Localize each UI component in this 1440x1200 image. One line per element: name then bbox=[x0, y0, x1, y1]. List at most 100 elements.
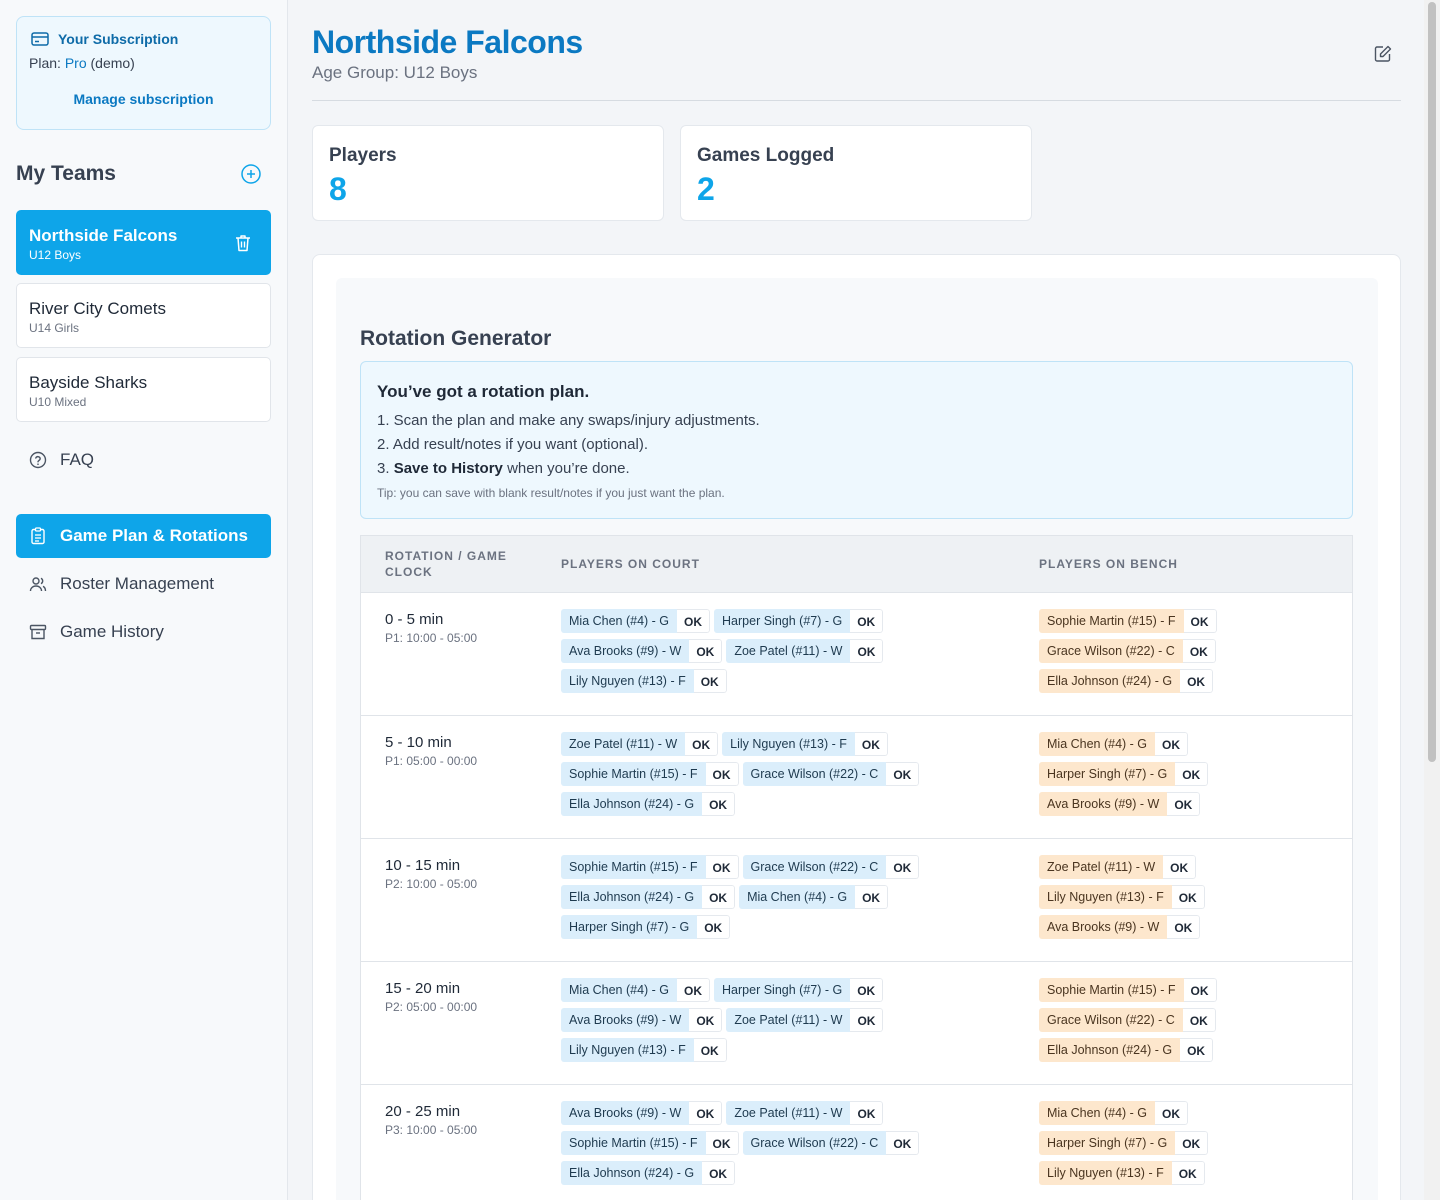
player-name: Zoe Patel (#11) - W bbox=[726, 1008, 851, 1032]
bench-player-chip[interactable]: Sophie Martin (#15) - F OK bbox=[1039, 978, 1217, 1002]
court-player-chip[interactable]: Ella Johnson (#24) - G OK bbox=[561, 792, 736, 816]
team-name: Northside Falcons bbox=[29, 226, 178, 245]
player-name: Lily Nguyen (#13) - F bbox=[722, 732, 855, 756]
player-status-badge: OK bbox=[697, 915, 731, 939]
court-player-chip[interactable]: Ava Brooks (#9) - W OK bbox=[561, 1101, 723, 1125]
court-player-chip[interactable]: Mia Chen (#4) - G OK bbox=[561, 609, 711, 633]
court-player-chip[interactable]: Ava Brooks (#9) - W OK bbox=[561, 1008, 723, 1032]
bench-player-chip[interactable]: Sophie Martin (#15) - F OK bbox=[1039, 609, 1217, 633]
player-status-badge: OK bbox=[855, 885, 889, 909]
team-item-northside-falcons[interactable]: Northside Falcons U12 Boys bbox=[16, 210, 271, 275]
nav-game-history[interactable]: Game History bbox=[16, 610, 271, 654]
players-on-court: Zoe Patel (#11) - W OK Lily Nguyen (#13) -… bbox=[561, 732, 941, 816]
player-name: Ava Brooks (#9) - W bbox=[561, 1008, 690, 1032]
court-player-chip[interactable]: Ava Brooks (#9) - W OK bbox=[561, 639, 723, 663]
scrollbar[interactable] bbox=[1424, 0, 1440, 1200]
sidebar: Your Subscription Plan: Pro (demo) Manag… bbox=[0, 0, 288, 1200]
court-player-chip[interactable]: Sophie Martin (#15) - F OK bbox=[561, 1131, 739, 1155]
bench-player-chip[interactable]: Zoe Patel (#11) - W OK bbox=[1039, 855, 1197, 879]
court-player-chip[interactable]: Sophie Martin (#15) - F OK bbox=[561, 762, 739, 786]
team-item-river-city-comets[interactable]: River City Comets U14 Girls bbox=[16, 283, 271, 348]
players-on-bench: Zoe Patel (#11) - W OK Lily Nguyen (#13) -… bbox=[1039, 855, 1339, 939]
bench-player-chip[interactable]: Harper Singh (#7) - G OK bbox=[1039, 1131, 1209, 1155]
player-status-badge: OK bbox=[850, 609, 884, 633]
player-status-badge: OK bbox=[677, 978, 711, 1002]
scrollbar-thumb[interactable] bbox=[1428, 2, 1436, 762]
player-status-badge: OK bbox=[705, 855, 739, 879]
rotation-section: Rotation Generator You’ve got a rotation… bbox=[312, 254, 1401, 1200]
player-name: Ava Brooks (#9) - W bbox=[1039, 792, 1168, 816]
court-player-chip[interactable]: Grace Wilson (#22) - C OK bbox=[742, 762, 920, 786]
bench-player-chip[interactable]: Mia Chen (#4) - G OK bbox=[1039, 1101, 1189, 1125]
player-name: Ava Brooks (#9) - W bbox=[561, 1101, 690, 1125]
faq-link[interactable]: FAQ bbox=[16, 438, 271, 482]
bench-player-chip[interactable]: Mia Chen (#4) - G OK bbox=[1039, 732, 1189, 756]
court-player-chip[interactable]: Lily Nguyen (#13) - F OK bbox=[722, 732, 888, 756]
users-icon bbox=[29, 577, 47, 592]
bench-player-chip[interactable]: Ava Brooks (#9) - W OK bbox=[1039, 915, 1201, 939]
plan-prefix: Plan: bbox=[29, 55, 65, 71]
bench-player-chip[interactable]: Grace Wilson (#22) - C OK bbox=[1039, 639, 1216, 663]
player-name: Mia Chen (#4) - G bbox=[739, 885, 856, 909]
game-clock: P2: 10:00 - 05:00 bbox=[385, 877, 478, 891]
teams-header: My Teams bbox=[16, 160, 272, 188]
court-player-chip[interactable]: Lily Nguyen (#13) - F OK bbox=[561, 1038, 727, 1062]
player-name: Grace Wilson (#22) - C bbox=[1039, 1008, 1183, 1032]
court-player-chip[interactable]: Harper Singh (#7) - G OK bbox=[714, 609, 884, 633]
game-clock: P1: 05:00 - 00:00 bbox=[385, 754, 478, 768]
court-player-chip[interactable]: Zoe Patel (#11) - W OK bbox=[561, 732, 719, 756]
column-header-bench: Players on Bench bbox=[1039, 557, 1178, 571]
player-name: Grace Wilson (#22) - C bbox=[742, 855, 887, 879]
players-on-court: Sophie Martin (#15) - F OK Grace Wilson (#… bbox=[561, 855, 941, 939]
court-player-chip[interactable]: Zoe Patel (#11) - W OK bbox=[726, 1008, 884, 1032]
player-name: Harper Singh (#7) - G bbox=[714, 609, 851, 633]
rotation-info-box: You’ve got a rotation plan. 1. Scan the … bbox=[360, 361, 1353, 519]
player-name: Harper Singh (#7) - G bbox=[1039, 762, 1176, 786]
player-status-badge: OK bbox=[1171, 1161, 1205, 1185]
bench-player-chip[interactable]: Ella Johnson (#24) - G OK bbox=[1039, 669, 1214, 693]
player-status-badge: OK bbox=[702, 792, 736, 816]
nav-roster-management[interactable]: Roster Management bbox=[16, 562, 271, 606]
game-clock: P1: 10:00 - 05:00 bbox=[385, 631, 478, 645]
court-player-chip[interactable]: Harper Singh (#7) - G OK bbox=[561, 915, 731, 939]
player-status-badge: OK bbox=[1180, 1038, 1214, 1062]
court-player-chip[interactable]: Harper Singh (#7) - G OK bbox=[714, 978, 884, 1002]
bench-player-chip[interactable]: Ava Brooks (#9) - W OK bbox=[1039, 792, 1201, 816]
player-name: Harper Singh (#7) - G bbox=[714, 978, 851, 1002]
bench-player-chip[interactable]: Ella Johnson (#24) - G OK bbox=[1039, 1038, 1214, 1062]
plus-circle-icon[interactable] bbox=[240, 163, 262, 185]
player-status-badge: OK bbox=[1175, 762, 1209, 786]
manage-subscription-link[interactable]: Manage subscription bbox=[17, 91, 270, 107]
bench-player-chip[interactable]: Lily Nguyen (#13) - F OK bbox=[1039, 1161, 1205, 1185]
edit-icon[interactable] bbox=[1372, 43, 1394, 65]
court-player-chip[interactable]: Ella Johnson (#24) - G OK bbox=[561, 1161, 736, 1185]
court-player-chip[interactable]: Lily Nguyen (#13) - F OK bbox=[561, 669, 727, 693]
nav-game-plan[interactable]: Game Plan & Rotations bbox=[16, 514, 271, 558]
player-name: Ella Johnson (#24) - G bbox=[561, 885, 703, 909]
court-player-chip[interactable]: Ella Johnson (#24) - G OK bbox=[561, 885, 736, 909]
bench-player-chip[interactable]: Harper Singh (#7) - G OK bbox=[1039, 762, 1209, 786]
players-value: 8 bbox=[329, 171, 347, 207]
court-player-chip[interactable]: Zoe Patel (#11) - W OK bbox=[726, 639, 884, 663]
court-player-chip[interactable]: Sophie Martin (#15) - F OK bbox=[561, 855, 739, 879]
game-clock: P3: 10:00 - 05:00 bbox=[385, 1123, 478, 1137]
player-status-badge: OK bbox=[689, 1008, 723, 1032]
team-item-bayside-sharks[interactable]: Bayside Sharks U10 Mixed bbox=[16, 357, 271, 422]
bench-player-chip[interactable]: Lily Nguyen (#13) - F OK bbox=[1039, 885, 1205, 909]
subscription-header: Your Subscription bbox=[31, 31, 178, 47]
court-player-chip[interactable]: Grace Wilson (#22) - C OK bbox=[742, 1131, 920, 1155]
court-player-chip[interactable]: Mia Chen (#4) - G OK bbox=[739, 885, 889, 909]
players-on-bench: Mia Chen (#4) - G OK Harper Singh (#7) - G… bbox=[1039, 732, 1339, 816]
subscription-card: Your Subscription Plan: Pro (demo) Manag… bbox=[16, 16, 271, 130]
player-status-badge: OK bbox=[886, 855, 920, 879]
player-name: Lily Nguyen (#13) - F bbox=[1039, 885, 1172, 909]
court-player-chip[interactable]: Zoe Patel (#11) - W OK bbox=[726, 1101, 884, 1125]
player-status-badge: OK bbox=[850, 639, 884, 663]
trash-icon[interactable] bbox=[234, 233, 252, 253]
player-status-badge: OK bbox=[1155, 732, 1189, 756]
bench-player-chip[interactable]: Grace Wilson (#22) - C OK bbox=[1039, 1008, 1216, 1032]
players-label: Players bbox=[329, 145, 397, 166]
court-player-chip[interactable]: Mia Chen (#4) - G OK bbox=[561, 978, 711, 1002]
player-name: Lily Nguyen (#13) - F bbox=[561, 669, 694, 693]
court-player-chip[interactable]: Grace Wilson (#22) - C OK bbox=[742, 855, 920, 879]
